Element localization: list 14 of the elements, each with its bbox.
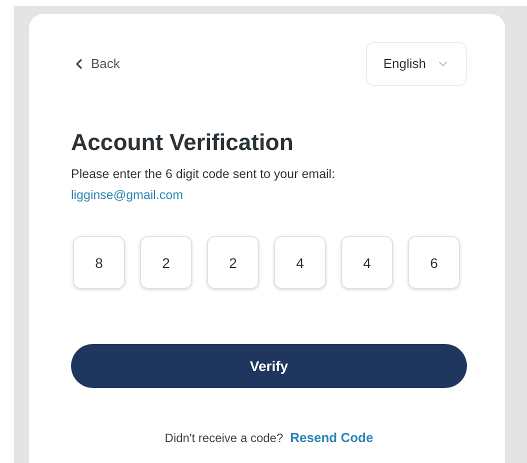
back-button[interactable]: Back — [71, 54, 120, 74]
resend-prompt: Didn't receive a code? — [164, 430, 284, 448]
verify-button[interactable]: Verify — [71, 344, 467, 388]
language-dropdown[interactable]: English — [366, 42, 467, 86]
page-title: Account Verification — [71, 128, 294, 157]
email-link[interactable]: ligginse@gmail.com — [71, 186, 184, 204]
code-digit-field[interactable]: 6 — [408, 236, 460, 290]
code-digit-field[interactable]: 4 — [341, 236, 393, 290]
code-digit-field[interactable]: 4 — [274, 236, 326, 290]
code-digit-field[interactable]: 8 — [73, 236, 125, 290]
code-digit-field[interactable]: 2 — [140, 236, 192, 290]
instructions-text: Please enter the 6 digit code sent to your email: — [71, 166, 336, 183]
resend-code-link[interactable]: Resend Code — [290, 428, 374, 448]
code-digit-field[interactable]: 2 — [207, 236, 259, 290]
